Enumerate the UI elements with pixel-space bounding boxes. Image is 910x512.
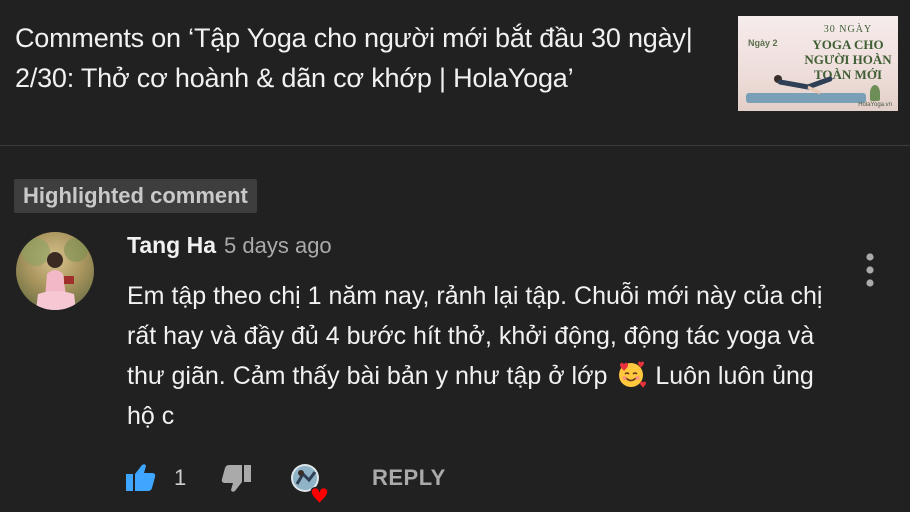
thumbnail-brand: HolaYoga.vn <box>858 102 892 108</box>
thumbnail-day-label: Ngày 2 <box>748 38 778 48</box>
reply-button[interactable]: REPLY <box>372 465 446 491</box>
thumbnail-line-3: NGƯỜI HOÀN <box>804 52 892 67</box>
more-options-icon[interactable] <box>857 250 883 290</box>
thumbnail-line-2: YOGA CHO <box>812 37 884 52</box>
thumbs-up-icon[interactable] <box>124 461 158 493</box>
video-thumbnail[interactable]: Ngày 2 30 NGÀY YOGA CHO NGƯỜI HOÀN TOÀN … <box>738 16 898 111</box>
like-count: 1 <box>174 465 187 490</box>
comment-author-row: Tang Ha 5 days ago <box>127 232 332 264</box>
smiling-face-with-hearts-icon <box>619 361 647 388</box>
comments-header: Comments on ‘Tập Yoga cho người mới bắt … <box>0 0 910 145</box>
comment-text: Em tập theo chị 1 năm nay, rảnh lại tập.… <box>127 276 847 436</box>
comment-author[interactable]: Tang Ha <box>127 232 216 259</box>
creator-heart-icon <box>291 464 329 506</box>
thumbs-down-icon[interactable] <box>219 463 253 495</box>
page-title: Comments on ‘Tập Yoga cho người mới bắt … <box>15 23 693 93</box>
plant-shape <box>870 85 880 101</box>
comment-actions: 1 REPLY <box>124 455 484 506</box>
yoga-person-illustration <box>774 75 833 95</box>
avatar-image <box>22 238 88 310</box>
highlighted-comment-badge: Highlighted comment <box>14 179 257 213</box>
thumbnail-line-1: 30 NGÀY <box>823 24 873 35</box>
header-divider <box>0 145 910 146</box>
avatar[interactable] <box>16 232 94 310</box>
comment-timestamp[interactable]: 5 days ago <box>224 233 332 259</box>
